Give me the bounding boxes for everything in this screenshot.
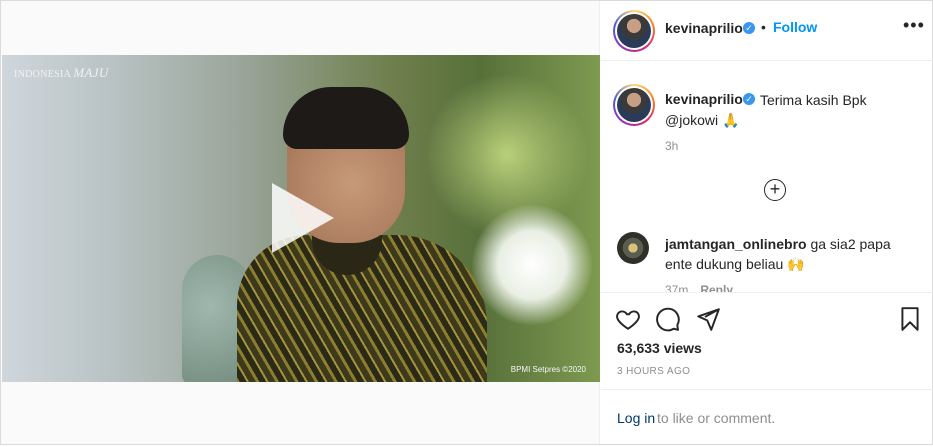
- share-icon[interactable]: [695, 306, 721, 332]
- verified-badge-icon: ✓: [743, 93, 755, 105]
- background-flowers: [472, 205, 592, 325]
- watermark-copyright: BPMI Setpres ©2020: [510, 365, 586, 374]
- play-icon[interactable]: [272, 183, 334, 253]
- watermark-logo: INDONESIA MAJU: [14, 65, 109, 81]
- comment-username[interactable]: jamtangan_onlinebro: [665, 236, 807, 252]
- subject-hair: [283, 87, 409, 149]
- login-prompt-text: to like or comment.: [657, 410, 776, 426]
- heart-icon[interactable]: [615, 306, 641, 332]
- media-panel: INDONESIA MAJU BPMI Setpres ©2020: [1, 1, 600, 444]
- post-sidebar: kevinaprilio ✓ • Follow ••• Terima kasih…: [601, 1, 933, 444]
- caption-avatar[interactable]: [613, 84, 655, 126]
- watermark-logo-b: MAJU: [73, 65, 109, 80]
- bookmark-icon[interactable]: [897, 306, 923, 332]
- avatar[interactable]: [613, 10, 655, 52]
- instagram-post: INDONESIA MAJU BPMI Setpres ©2020 kevina…: [0, 0, 933, 445]
- header-username[interactable]: kevinaprilio: [665, 20, 743, 36]
- post-header: kevinaprilio ✓ • Follow •••: [601, 1, 933, 61]
- view-count[interactable]: 63,633 views: [617, 340, 702, 356]
- caption-timestamp[interactable]: 3h: [665, 139, 678, 153]
- follow-button[interactable]: Follow: [773, 19, 817, 35]
- watermark-logo-a: INDONESIA: [14, 69, 71, 80]
- more-options-icon[interactable]: •••: [903, 15, 925, 36]
- comment-timestamp[interactable]: 37m: [665, 283, 688, 292]
- verified-badge-icon: ✓: [743, 22, 755, 34]
- plus-circle-icon[interactable]: +: [764, 179, 786, 201]
- comment-icon[interactable]: [655, 306, 681, 332]
- comments-section: Terima kasih Bpk @jokowi 🙏 kevinaprilio …: [601, 62, 933, 292]
- caption-username[interactable]: kevinaprilio: [665, 91, 743, 107]
- comment-avatar[interactable]: [617, 232, 649, 264]
- login-prompt: Log in to like or comment.: [601, 389, 933, 444]
- comment-meta: 37m Reply: [665, 283, 733, 292]
- video-player[interactable]: INDONESIA MAJU BPMI Setpres ©2020: [2, 55, 600, 382]
- action-bar: [601, 292, 933, 332]
- header-separator: •: [761, 19, 766, 35]
- reply-button[interactable]: Reply: [700, 283, 733, 292]
- post-age[interactable]: 3 HOURS AGO: [617, 366, 690, 377]
- comment-body: jamtangan_onlinebro ga sia2 papa ente du…: [665, 234, 915, 274]
- login-link[interactable]: Log in: [617, 410, 655, 426]
